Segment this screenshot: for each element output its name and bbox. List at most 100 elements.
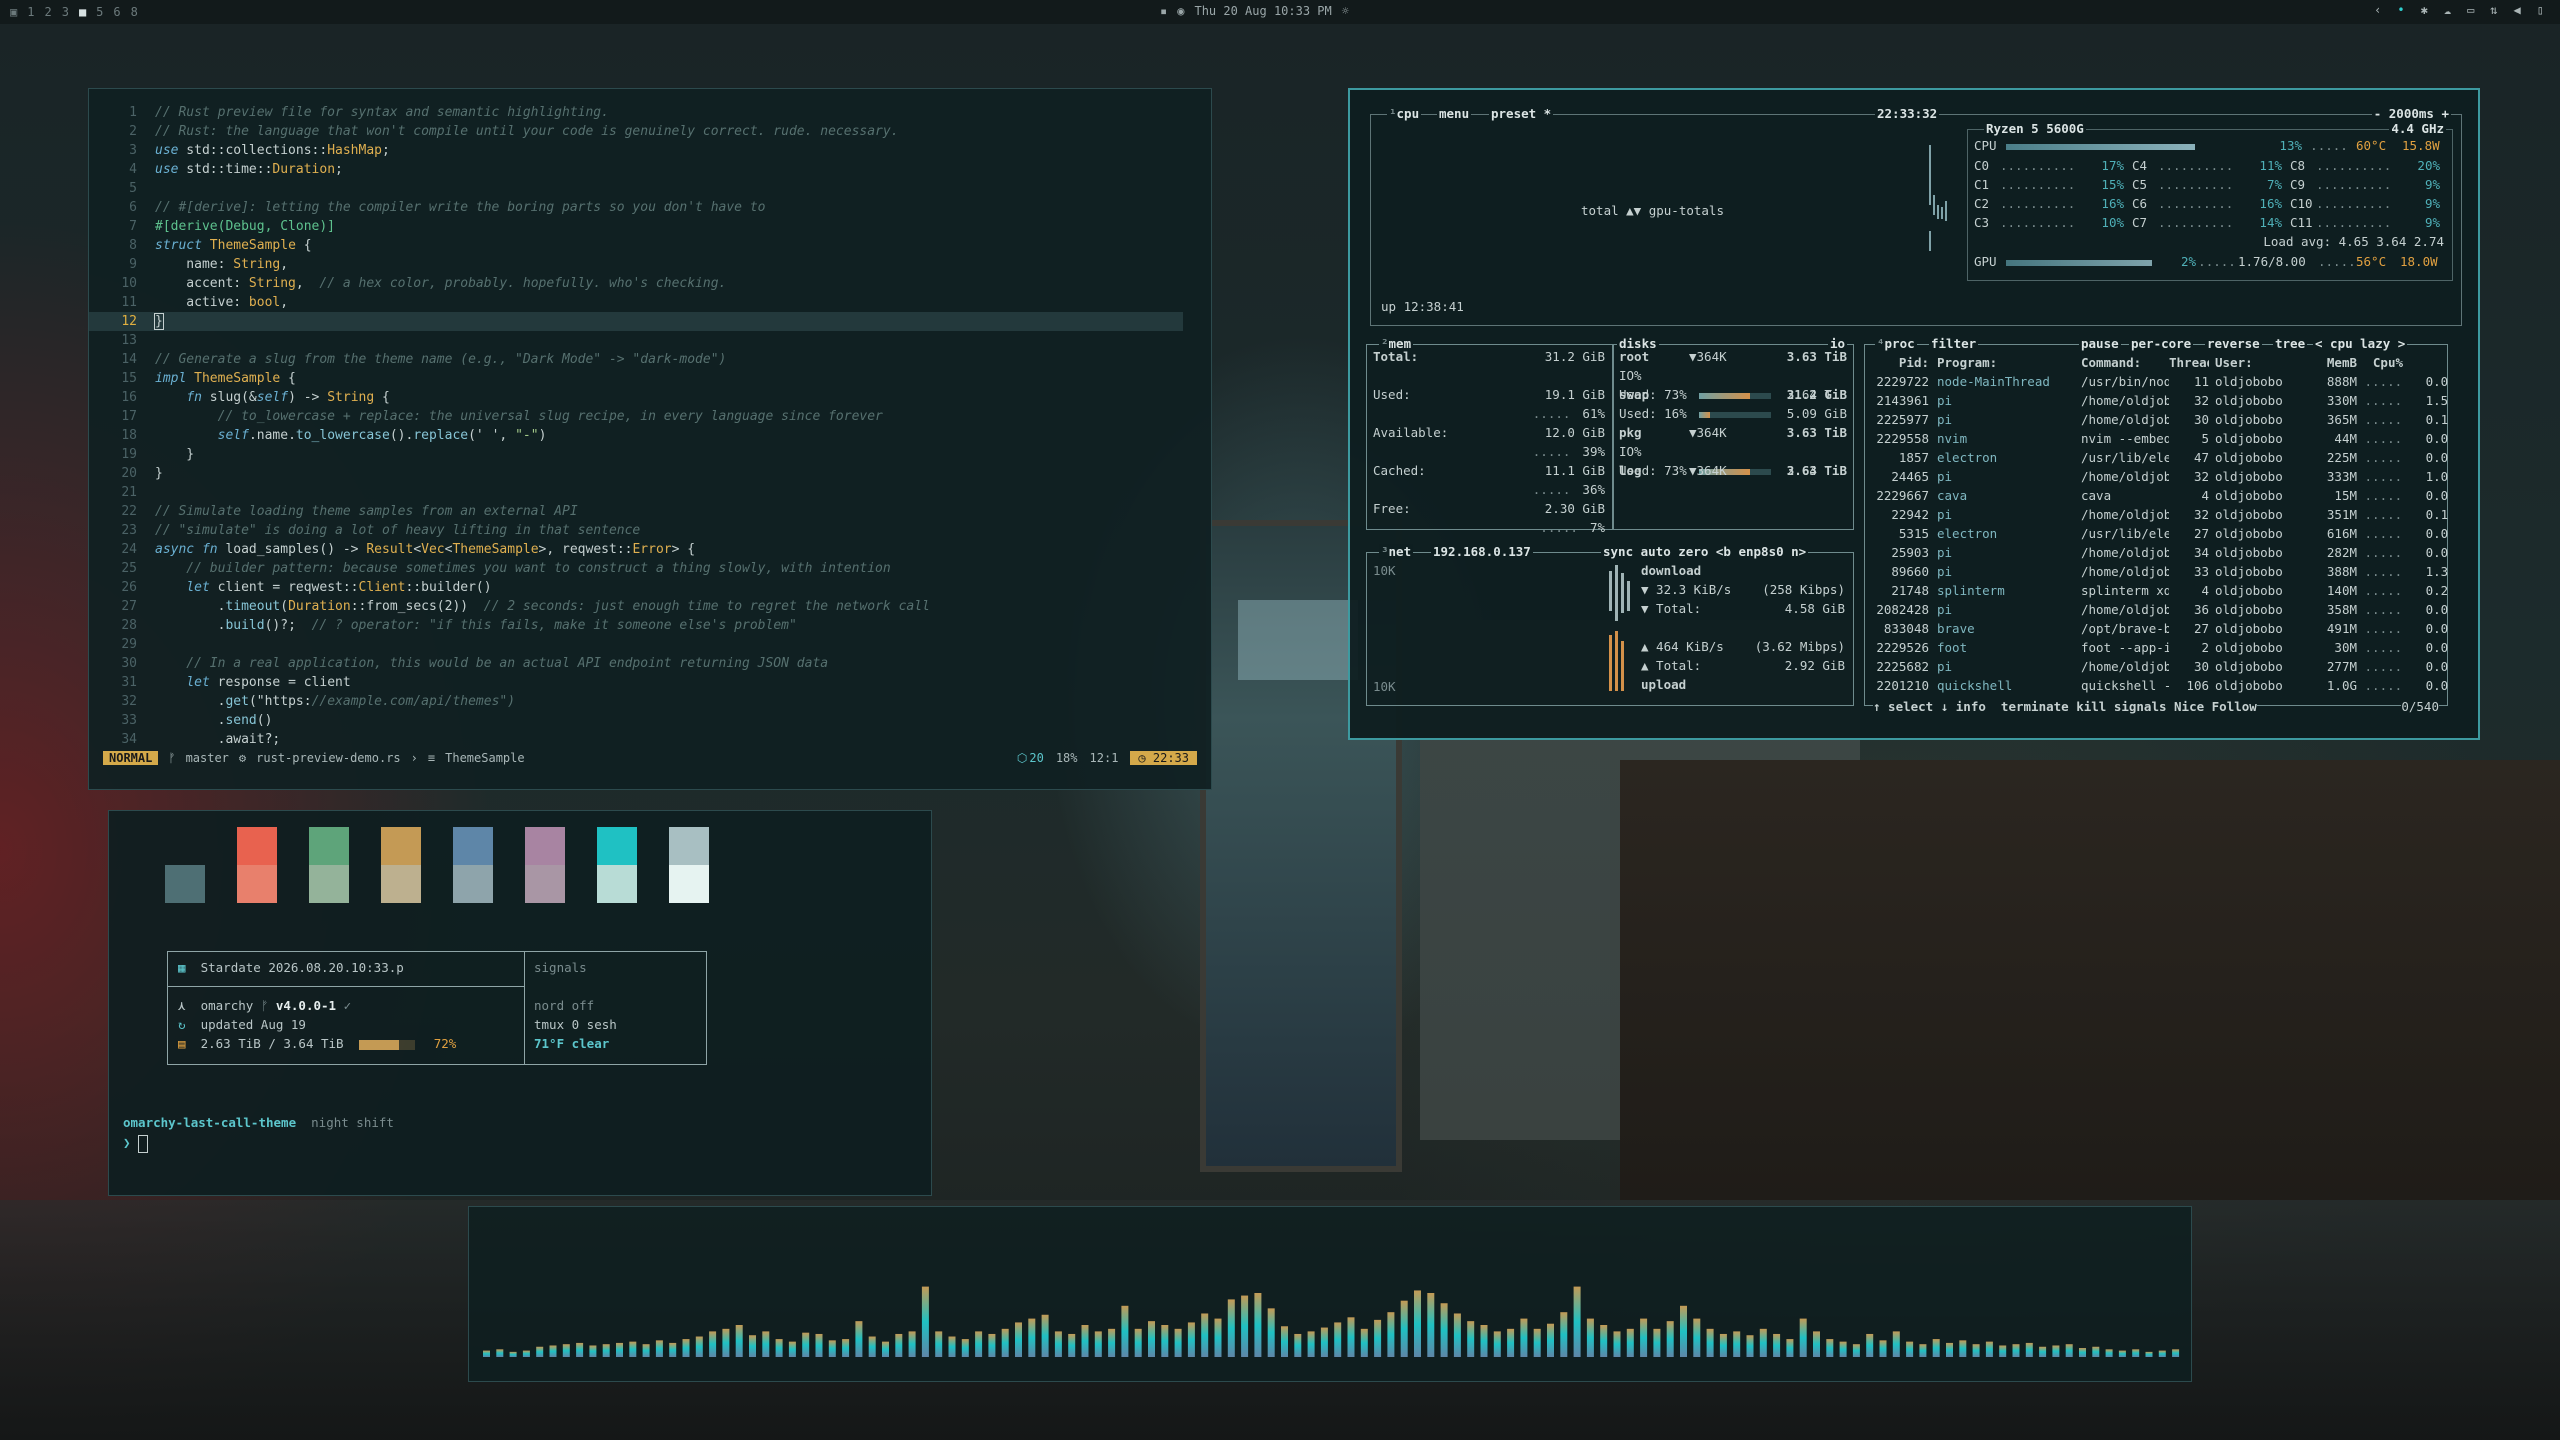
bluetooth-icon[interactable]: ✱ — [2421, 3, 2428, 17]
visualizer-bar — [1706, 1328, 1714, 1357]
code-line[interactable]: 21 — [89, 483, 1213, 502]
process-row[interactable]: 24465 pi/home/oldjob 32 oldjobobo 333M .....… — [1869, 469, 2448, 488]
workspace-2[interactable]: 2 — [44, 5, 51, 19]
code-line[interactable]: 16 fn slug(&self) -> String { — [89, 388, 1213, 407]
datetime[interactable]: Thu 20 Aug 10:33 PM — [1194, 4, 1331, 18]
process-row[interactable]: 2229558 nvim nvim --embed 5 oldjobobo 44M ...… — [1869, 431, 2448, 450]
code-line[interactable]: 6 // #[derive]: letting the compiler writ… — [89, 198, 1213, 217]
display-icon[interactable]: ▭ — [2467, 3, 2474, 17]
code-line[interactable]: 28 .build()?; // ? operator: "if this fa… — [89, 616, 1213, 635]
cloud-icon[interactable]: ☁ — [2444, 3, 2451, 17]
process-row[interactable]: 2229526 foot foot --app-i 2 oldjobobo 30M ...… — [1869, 640, 2448, 659]
code-line[interactable]: 17 // to_lowercase + replace: the univer… — [89, 407, 1213, 426]
code-line[interactable]: 14 // Generate a slug from the theme name… — [89, 350, 1213, 369]
proc-footer[interactable]: ↑ select ↓ info terminate kill signals N… — [1873, 699, 2257, 714]
proc-reverse-tab[interactable]: reverse — [2205, 336, 2262, 351]
code-line[interactable]: 1 // Rust preview file for syntax and sem… — [89, 103, 1213, 122]
update-interval[interactable]: - 2000ms + — [2371, 106, 2451, 121]
code-line[interactable]: 29 — [89, 635, 1213, 654]
screen-record-icon[interactable]: ▪ — [1160, 4, 1167, 18]
code-line[interactable]: 30 // In a real application, this would … — [89, 654, 1213, 673]
prompt-input-line[interactable]: ❯ — [123, 1135, 149, 1153]
code-line[interactable]: 20} — [89, 464, 1213, 483]
volume-icon[interactable]: ◀ — [2514, 3, 2521, 17]
idle-icon[interactable]: ◉ — [1177, 4, 1184, 18]
weather-icon[interactable]: ☼ — [1342, 4, 1349, 18]
workspace-8[interactable]: 8 — [131, 5, 138, 19]
code-line[interactable]: 4 use std::time::Duration; — [89, 160, 1213, 179]
net-tabs[interactable]: sync auto zero <b enp8s0 n> — [1601, 544, 1809, 559]
code-line[interactable]: 31 let response = client — [89, 673, 1213, 692]
chevron-left-icon[interactable]: ‹ — [2374, 3, 2381, 17]
workspace-4-active[interactable]: ■ — [79, 5, 86, 19]
workspace-3[interactable]: 3 — [62, 5, 69, 19]
code-line[interactable]: 8 struct ThemeSample { — [89, 236, 1213, 255]
proc-percore-tab[interactable]: per-core — [2129, 336, 2194, 351]
code-line[interactable]: 26 let client = reqwest::Client::builder… — [89, 578, 1213, 597]
battery-icon[interactable]: ▯ — [2537, 3, 2544, 17]
workspace-5[interactable]: 5 — [96, 5, 103, 19]
cpu-tab[interactable]: ¹cpu — [1387, 106, 1422, 121]
code-line[interactable]: 33 .send() — [89, 711, 1213, 730]
code-line[interactable]: 25 // builder pattern: because sometimes… — [89, 559, 1213, 578]
process-row[interactable]: 25903 pi/home/oldjob 34 oldjobobo 282M .....… — [1869, 545, 2448, 564]
process-row[interactable]: 2229722 node-MainThread/usr/bin/nod 11 oldj… — [1869, 374, 2448, 393]
line-number: 31 — [121, 675, 137, 690]
code-line[interactable]: 18 self.name.to_lowercase().replace(' ',… — [89, 426, 1213, 445]
code-line[interactable]: 27 .timeout(Duration::from_secs(2)) // 2… — [89, 597, 1213, 616]
proc-filter-tab[interactable]: filter — [1929, 336, 1979, 351]
visualizer-bar — [1453, 1313, 1461, 1357]
process-row[interactable]: 89660 pi/home/oldjob 33 oldjobobo 388M .....… — [1869, 564, 2448, 583]
line-number: 34 — [121, 732, 137, 747]
code-line[interactable]: 2 // Rust: the language that won't compil… — [89, 122, 1213, 141]
code-line[interactable]: 13 — [89, 331, 1213, 350]
process-row[interactable]: 833048 brave/opt/brave-b 27 oldjobobo 491M .… — [1869, 621, 2448, 640]
app-grid-icon[interactable]: ▣ — [10, 5, 17, 19]
code-line[interactable]: 15 impl ThemeSample { — [89, 369, 1213, 388]
process-row[interactable]: 22942 pi/home/oldjob 32 oldjobobo 351M .....… — [1869, 507, 2448, 526]
line-text: // builder pattern: because sometimes yo… — [155, 561, 891, 576]
code-line[interactable]: 24 async fn load_samples() -> Result<Vec<… — [89, 540, 1213, 559]
network-icon[interactable]: ⇅ — [2490, 3, 2497, 17]
process-row[interactable]: 21748 splinterm splinterm xd 4 oldjobobo 140M… — [1869, 583, 2448, 602]
workspace-6[interactable]: 6 — [113, 5, 120, 19]
code-line[interactable]: 5 — [89, 179, 1213, 198]
notification-icon[interactable]: • — [2397, 3, 2404, 17]
proc-tree-tab[interactable]: tree — [2273, 336, 2308, 351]
code-line[interactable]: 9 name: String, — [89, 255, 1213, 274]
visualizer-bar — [815, 1333, 823, 1357]
code-line[interactable]: 23 // "simulate" is doing a lot of heavy … — [89, 521, 1213, 540]
code-area[interactable]: 1 // Rust preview file for syntax and sem… — [89, 103, 1213, 749]
preset-tab[interactable]: preset * — [1489, 106, 1554, 121]
process-row[interactable]: 2082428 pi/home/oldjob 36 oldjobobo 358M ...… — [1869, 602, 2448, 621]
code-line[interactable]: 3 use std::collections::HashMap; — [89, 141, 1213, 160]
process-row[interactable]: 2201210 quickshell quickshell -106 oldjobob… — [1869, 678, 2448, 697]
code-line[interactable]: 22 // Simulate loading theme samples from… — [89, 502, 1213, 521]
menu-tab[interactable]: menu — [1437, 106, 1472, 121]
workspace-1[interactable]: 1 — [27, 5, 34, 19]
code-line[interactable]: 34 .await?; — [89, 730, 1213, 749]
process-row[interactable]: 2229667 cava cava 4 oldjobobo 15M ..... 0.0 — [1869, 488, 2448, 507]
code-line[interactable]: 12} — [89, 312, 1183, 331]
visualizer-bar — [2145, 1351, 2153, 1357]
terminal-window[interactable]: ▦ Stardate 2026.08.20.10:33.p signals ⋏ … — [108, 810, 932, 1196]
code-line[interactable]: 10 accent: String, // a hex color, proba… — [89, 274, 1213, 293]
visualizer-bar — [1440, 1303, 1448, 1357]
proc-pause-tab[interactable]: pause — [2079, 336, 2121, 351]
process-row[interactable]: 2143961 pi/home/oldjob 32 oldjobobo 330M ...… — [1869, 393, 2448, 412]
process-row[interactable]: 5315 electron/usr/lib/ele 27 oldjobobo 616M … — [1869, 526, 2448, 545]
code-line[interactable]: 19 } — [89, 445, 1213, 464]
process-row[interactable]: 1857 electron/usr/lib/ele 47 oldjobobo 225M … — [1869, 450, 2448, 469]
line-text: .get("https://example.com/api/themes") — [155, 694, 516, 709]
net-graph — [1609, 565, 1630, 691]
editor-window[interactable]: 1 // Rust preview file for syntax and sem… — [88, 88, 1212, 790]
mem-row: Available: 12.0 GiB — [1373, 425, 1605, 440]
code-line[interactable]: 32 .get("https://example.com/api/themes"… — [89, 692, 1213, 711]
code-line[interactable]: 7 #[derive(Debug, Clone)] — [89, 217, 1213, 236]
code-line[interactable]: 11 active: bool, — [89, 293, 1213, 312]
btop-window[interactable]: ¹cpu menu preset * 22:33:32 - 2000ms + t… — [1348, 88, 2480, 740]
line-text: } — [155, 447, 195, 462]
process-row[interactable]: 2225682 pi/home/oldjob 30 oldjobobo 277M ...… — [1869, 659, 2448, 678]
process-row[interactable]: 2225977 pi/home/oldjob 30 oldjobobo 365M ...… — [1869, 412, 2448, 431]
proc-sort-tab[interactable]: < cpu lazy > — [2313, 336, 2408, 351]
